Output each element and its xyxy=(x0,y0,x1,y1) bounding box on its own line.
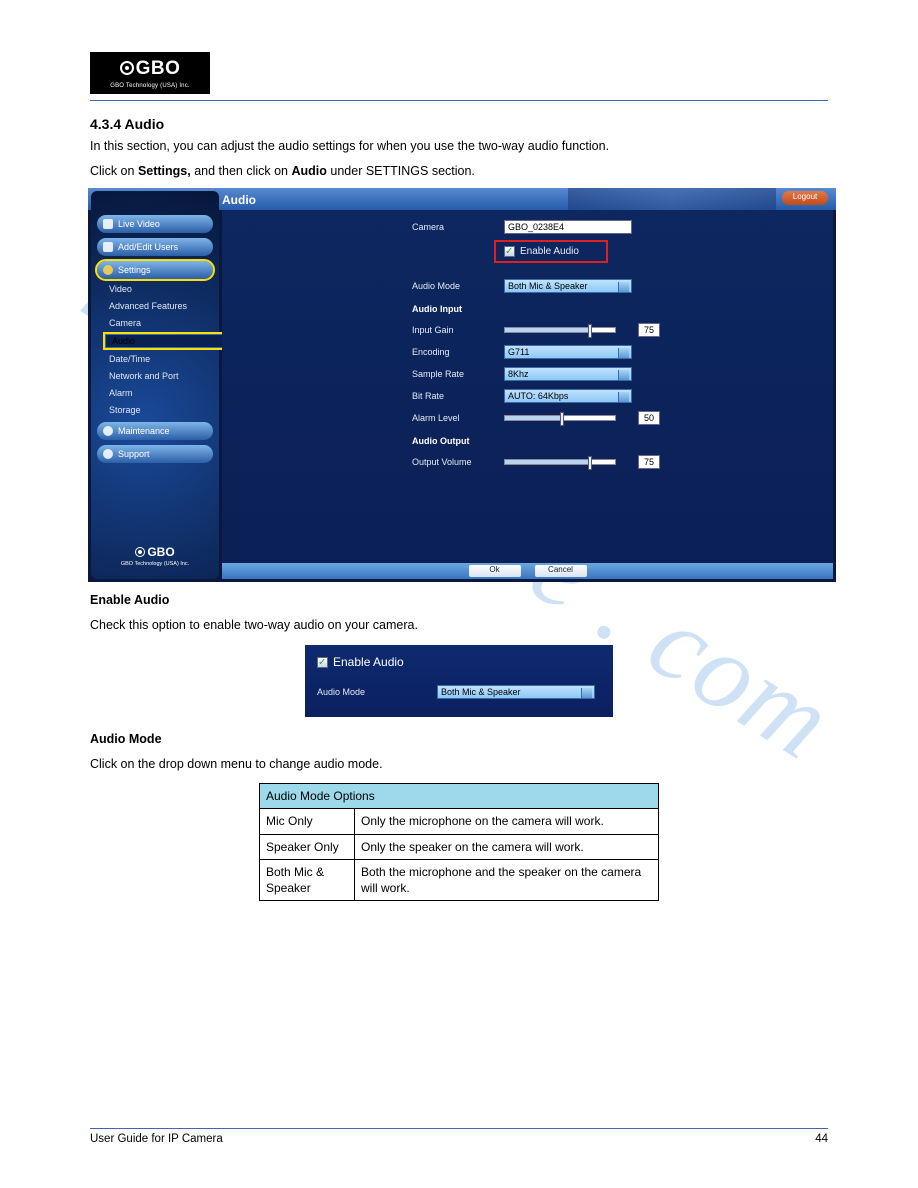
audio-mode-heading: Audio Mode xyxy=(90,731,828,748)
subnav-alarm[interactable]: Alarm xyxy=(109,387,219,399)
nav-live-video[interactable]: Live Video xyxy=(97,215,213,233)
logout-button[interactable]: Logout xyxy=(782,191,828,205)
brand-logo: GBO GBO Technology (USA) Inc. xyxy=(90,52,210,94)
camera-label: Camera xyxy=(412,221,490,233)
intro-paragraph-1: In this section, you can adjust the audi… xyxy=(90,138,828,155)
gear-icon xyxy=(103,265,113,275)
audio-mode-label-small: Audio Mode xyxy=(317,686,397,698)
enable-audio-label-small: Enable Audio xyxy=(333,654,404,670)
sample-rate-select[interactable]: 8Khz xyxy=(504,367,632,381)
table-row: Speaker OnlyOnly the speaker on the came… xyxy=(260,834,659,859)
settings-submenu: Video Advanced Features Camera Audio Dat… xyxy=(109,283,219,417)
page-footer: User Guide for IP Camera 44 xyxy=(90,1122,828,1148)
footer-title: User Guide for IP Camera xyxy=(90,1132,223,1148)
alarm-level-slider[interactable] xyxy=(504,415,616,421)
audio-input-heading: Audio Input xyxy=(412,303,833,315)
audio-mode-options-table: Audio Mode Options Mic OnlyOnly the micr… xyxy=(259,783,659,901)
bit-rate-label: Bit Rate xyxy=(412,390,490,402)
audio-mode-select[interactable]: Both Mic & Speaker xyxy=(504,279,632,293)
audio-mode-label: Audio Mode xyxy=(412,280,490,292)
user-icon xyxy=(103,242,113,252)
audio-mode-text: Click on the drop down menu to change au… xyxy=(90,756,828,773)
header-image xyxy=(568,188,776,210)
subnav-audio[interactable]: Audio xyxy=(105,334,233,348)
cancel-button[interactable]: Cancel xyxy=(535,565,587,577)
content-panel: Camera GBO_0238E4 Enable Audio Audio Mod… xyxy=(222,210,833,579)
subnav-date-time[interactable]: Date/Time xyxy=(109,353,219,365)
sidebar-brand-logo: GBO GBO Technology (USA) Inc. xyxy=(91,544,219,569)
ok-button[interactable]: Ok xyxy=(469,565,521,577)
encoding-select[interactable]: G711 xyxy=(504,345,632,359)
input-gain-label: Input Gain xyxy=(412,324,490,336)
subnav-advanced-features[interactable]: Advanced Features xyxy=(109,300,219,312)
input-gain-value[interactable]: 75 xyxy=(638,323,660,337)
input-gain-slider[interactable] xyxy=(504,327,616,333)
action-bar: Ok Cancel xyxy=(222,563,833,579)
output-volume-slider[interactable] xyxy=(504,459,616,465)
enable-audio-heading: Enable Audio xyxy=(90,592,828,609)
audio-mode-select-small[interactable]: Both Mic & Speaker xyxy=(437,685,595,699)
nav-add-edit-users[interactable]: Add/Edit Users xyxy=(97,238,213,256)
encoding-label: Encoding xyxy=(412,346,490,358)
nav-maintenance[interactable]: Maintenance xyxy=(97,422,213,440)
subnav-video[interactable]: Video xyxy=(109,283,219,295)
intro-paragraph-2: Click on Settings, and then click on Aud… xyxy=(90,163,828,180)
enable-audio-checkbox[interactable] xyxy=(504,246,515,257)
info-icon xyxy=(103,449,113,459)
header-rule xyxy=(90,100,828,101)
audio-output-heading: Audio Output xyxy=(412,435,833,447)
camera-icon xyxy=(103,219,113,229)
output-volume-label: Output Volume xyxy=(412,456,490,468)
alarm-level-label: Alarm Level xyxy=(412,412,490,424)
subnav-camera[interactable]: Camera xyxy=(109,317,219,329)
page-number: 44 xyxy=(815,1132,828,1148)
audio-settings-screenshot: Audio Logout Live Video Add/Edit Users S… xyxy=(88,188,836,582)
subnav-network-port[interactable]: Network and Port xyxy=(109,370,219,382)
nav-support[interactable]: Support xyxy=(97,445,213,463)
enable-audio-checkbox-small[interactable] xyxy=(317,657,328,668)
table-row: Both Mic & SpeakerBoth the microphone an… xyxy=(260,859,659,900)
table-row: Mic OnlyOnly the microphone on the camer… xyxy=(260,809,659,834)
enable-audio-row: Enable Audio xyxy=(496,242,606,262)
table-header: Audio Mode Options xyxy=(260,784,659,809)
bit-rate-select[interactable]: AUTO: 64Kbps xyxy=(504,389,632,403)
enable-audio-text: Check this option to enable two-way audi… xyxy=(90,617,828,634)
section-heading: 4.3.4 Audio xyxy=(90,115,828,134)
alarm-level-value[interactable]: 50 xyxy=(638,411,660,425)
camera-name-field[interactable]: GBO_0238E4 xyxy=(504,220,632,234)
nav-settings[interactable]: Settings xyxy=(97,261,213,279)
sidebar: Live Video Add/Edit Users Settings Video… xyxy=(91,191,219,579)
wrench-icon xyxy=(103,426,113,436)
enable-audio-label: Enable Audio xyxy=(520,245,579,259)
page-title: Audio xyxy=(222,192,256,208)
output-volume-value[interactable]: 75 xyxy=(638,455,660,469)
subnav-storage[interactable]: Storage xyxy=(109,404,219,416)
audio-mode-panel-screenshot: Enable Audio Audio Mode Both Mic & Speak… xyxy=(305,645,613,717)
footer-rule xyxy=(90,1128,828,1129)
sample-rate-label: Sample Rate xyxy=(412,368,490,380)
